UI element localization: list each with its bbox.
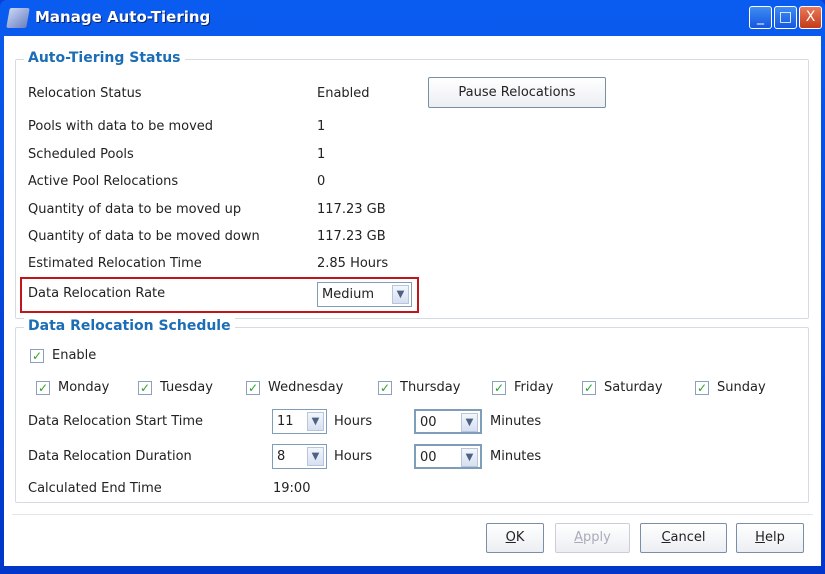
- status-value: Enabled: [317, 86, 370, 101]
- day-label: Monday: [58, 380, 110, 395]
- chevron-down-icon[interactable]: ▼: [392, 285, 409, 304]
- day-checkbox-monday[interactable]: ✓: [36, 381, 50, 395]
- day-checkbox-thursday[interactable]: ✓: [378, 381, 392, 395]
- mnemonic: H: [755, 530, 765, 545]
- duration-label: Data Relocation Duration: [28, 449, 192, 464]
- status-label: Quantity of data to be moved down: [28, 229, 260, 244]
- apply-button[interactable]: Apply: [555, 523, 630, 553]
- enable-checkbox[interactable]: ✓: [30, 349, 44, 363]
- day-label: Friday: [514, 380, 554, 395]
- start-minutes-select[interactable]: 00 ▼: [414, 409, 482, 434]
- status-label: Active Pool Relocations: [28, 174, 179, 189]
- cancel-button[interactable]: Cancel: [640, 523, 727, 553]
- close-button[interactable]: X: [799, 6, 822, 29]
- group-title: Data Relocation Schedule: [24, 318, 235, 334]
- pause-relocations-button[interactable]: Pause Relocations: [428, 77, 606, 108]
- end-time-label: Calculated End Time: [28, 481, 162, 496]
- status-label: Scheduled Pools: [28, 147, 134, 162]
- select-value: Medium: [322, 287, 374, 302]
- label: K: [515, 530, 525, 545]
- status-value: 1: [317, 147, 326, 162]
- status-value: 117.23 GB: [317, 202, 386, 217]
- status-label: Quantity of data to be moved up: [28, 202, 242, 217]
- status-value: 0: [317, 174, 326, 189]
- status-label: Estimated Relocation Time: [28, 256, 202, 271]
- title-bar[interactable]: Manage Auto-Tiering _ □ X: [0, 0, 825, 36]
- chevron-down-icon[interactable]: ▼: [307, 412, 324, 431]
- status-label: Relocation Status: [28, 86, 142, 101]
- day-label: Wednesday: [268, 380, 344, 395]
- chevron-down-icon[interactable]: ▼: [461, 448, 478, 467]
- day-checkbox-tuesday[interactable]: ✓: [138, 381, 152, 395]
- dialog-body: Auto-Tiering Status Relocation Status Ena…: [4, 36, 821, 566]
- start-hours-select[interactable]: 11 ▼: [272, 409, 327, 434]
- day-label: Saturday: [604, 380, 663, 395]
- minutes-label: Minutes: [490, 414, 542, 429]
- duration-minutes-select[interactable]: 00 ▼: [414, 444, 482, 469]
- label: ancel: [670, 530, 706, 545]
- dialog-window: Manage Auto-Tiering _ □ X Auto-Tiering S…: [0, 0, 825, 574]
- start-time-label: Data Relocation Start Time: [28, 414, 204, 429]
- duration-hours-select[interactable]: 8 ▼: [272, 444, 327, 469]
- mnemonic: C: [661, 530, 671, 545]
- window-title: Manage Auto-Tiering: [35, 8, 211, 26]
- day-checkbox-saturday[interactable]: ✓: [582, 381, 596, 395]
- select-value: 00: [420, 450, 437, 465]
- status-value: 2.85 Hours: [317, 256, 389, 271]
- minimize-button[interactable]: _: [749, 6, 772, 29]
- maximize-button[interactable]: □: [774, 6, 797, 29]
- chevron-down-icon[interactable]: ▼: [461, 413, 478, 432]
- chevron-down-icon[interactable]: ▼: [307, 447, 324, 466]
- day-checkbox-wednesday[interactable]: ✓: [246, 381, 260, 395]
- hours-label: Hours: [334, 414, 373, 429]
- help-button[interactable]: Help: [736, 523, 804, 553]
- minutes-label: Minutes: [490, 449, 542, 464]
- enable-label: Enable: [52, 348, 97, 363]
- label: elp: [764, 530, 785, 545]
- select-value: 00: [420, 415, 437, 430]
- group-title: Auto-Tiering Status: [24, 50, 185, 66]
- app-icon: [6, 8, 30, 28]
- mnemonic: A: [574, 530, 584, 545]
- relocation-rate-select[interactable]: Medium ▼: [317, 282, 412, 307]
- select-value: 11: [277, 414, 294, 429]
- day-label: Sunday: [717, 380, 766, 395]
- divider: [12, 514, 813, 515]
- rate-label: Data Relocation Rate: [28, 286, 166, 301]
- day-checkbox-friday[interactable]: ✓: [492, 381, 506, 395]
- status-label: Pools with data to be moved: [28, 119, 214, 134]
- mnemonic: O: [505, 530, 516, 545]
- status-value: 117.23 GB: [317, 229, 386, 244]
- status-value: 1: [317, 119, 326, 134]
- end-time-value: 19:00: [273, 481, 311, 496]
- day-label: Tuesday: [160, 380, 213, 395]
- ok-button[interactable]: OK: [486, 523, 544, 553]
- select-value: 8: [277, 449, 286, 464]
- label: pply: [583, 530, 611, 545]
- day-label: Thursday: [400, 380, 461, 395]
- hours-label: Hours: [334, 449, 373, 464]
- day-checkbox-sunday[interactable]: ✓: [695, 381, 709, 395]
